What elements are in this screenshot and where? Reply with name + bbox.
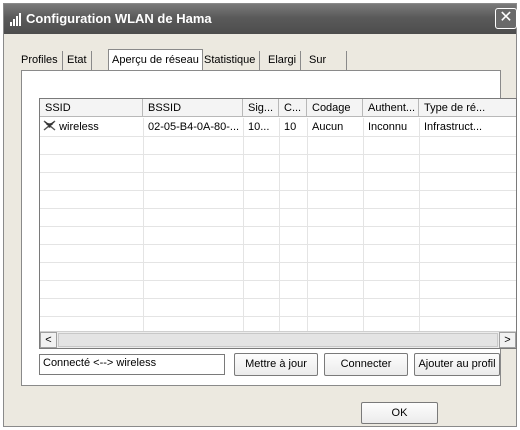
ssid-cell: wireless (40, 118, 143, 136)
ssid-value: wireless (59, 121, 99, 133)
list-header: SSID BSSID Sig... C... Codage Authent...… (40, 99, 516, 118)
table-row[interactable]: wireless 02-05-B4-0A-80-... 10... 10 Auc… (40, 118, 516, 136)
wireless-network-icon (43, 120, 56, 131)
bssid-cell: 02-05-B4-0A-80-... (148, 121, 240, 133)
tab-elargi[interactable]: Elargi (268, 51, 302, 70)
scroll-left-button[interactable]: < (40, 332, 57, 348)
close-button[interactable]: ✕ (495, 8, 517, 29)
grid-line (40, 244, 516, 245)
column-header-encryption[interactable]: Codage (307, 99, 363, 117)
column-header-ssid[interactable]: SSID (40, 99, 143, 117)
channel-cell: 10 (284, 121, 297, 133)
refresh-button[interactable]: Mettre à jour (234, 353, 318, 376)
grid-line (40, 172, 516, 173)
column-divider (307, 118, 308, 331)
scroll-thumb[interactable] (58, 333, 498, 347)
column-divider (419, 118, 420, 331)
signal-cell: 10... (248, 121, 270, 133)
column-header-bssid[interactable]: BSSID (143, 99, 243, 117)
grid-line (40, 154, 516, 155)
column-divider (363, 118, 364, 331)
network-type-cell: Infrastruct... (424, 121, 483, 133)
column-header-channel[interactable]: C... (279, 99, 307, 117)
grid-line (40, 226, 516, 227)
tab-profiles[interactable]: Profiles (21, 51, 63, 70)
column-header-network-type[interactable]: Type de ré... (419, 99, 516, 117)
connection-status: Connecté <--> wireless (39, 354, 225, 375)
wlan-config-window: Configuration WLAN de Hama ✕ Profiles Et… (3, 3, 517, 427)
grid-line (40, 208, 516, 209)
tab-network-overview[interactable]: Aperçu de réseau (108, 49, 203, 71)
column-divider (243, 118, 244, 331)
authentication-cell: Inconnu (368, 121, 408, 133)
connect-button[interactable]: Connecter (324, 353, 408, 376)
horizontal-scrollbar[interactable]: < > (40, 331, 516, 348)
tab-sur[interactable]: Sur (309, 51, 348, 70)
tab-statistique[interactable]: Statistique (204, 51, 261, 70)
network-overview-panel: SSID BSSID Sig... C... Codage Authent...… (21, 70, 517, 386)
grid-line (40, 280, 516, 281)
grid-line (40, 190, 516, 191)
column-divider (279, 118, 280, 331)
tab-etat[interactable]: Etat (67, 51, 92, 70)
ok-button[interactable]: OK (361, 402, 438, 424)
column-divider (143, 118, 144, 331)
grid-line (40, 298, 516, 299)
add-to-profile-button[interactable]: Ajouter au profil (414, 353, 500, 376)
column-header-authentication[interactable]: Authent... (363, 99, 419, 117)
column-header-signal[interactable]: Sig... (243, 99, 279, 117)
scroll-right-button[interactable]: > (499, 332, 516, 348)
encryption-cell: Aucun (312, 121, 344, 133)
grid-line (40, 316, 516, 317)
title-bar[interactable]: Configuration WLAN de Hama ✕ (4, 4, 517, 34)
signal-bars-icon (10, 13, 22, 26)
grid-line (40, 262, 516, 263)
tab-strip: Profiles Etat Aperçu de réseau Statistiq… (21, 49, 501, 71)
network-list[interactable]: SSID BSSID Sig... C... Codage Authent...… (39, 98, 517, 349)
window-title: Configuration WLAN de Hama (26, 11, 212, 26)
grid-line (40, 136, 516, 137)
